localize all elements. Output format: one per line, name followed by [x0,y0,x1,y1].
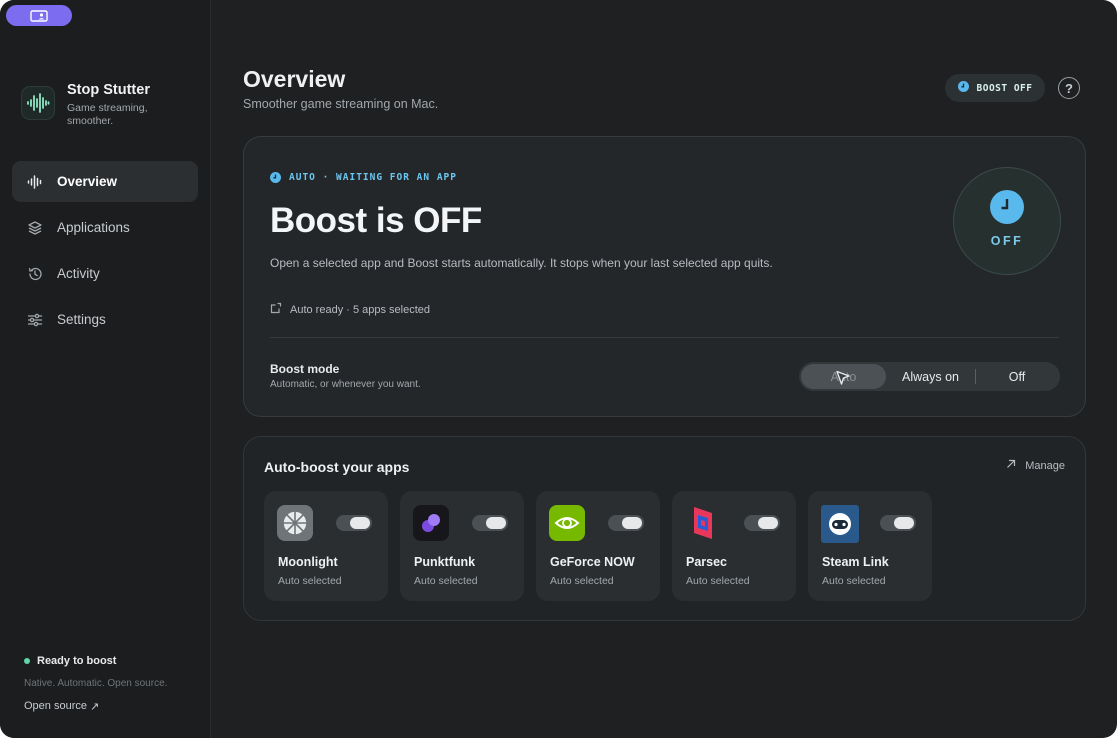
sidebar-item-applications[interactable]: Applications [12,207,198,248]
auto-boost-apps-card: Auto-boost your apps Manage Moonlight Au… [243,436,1086,621]
arrow-up-right-icon [1006,459,1016,472]
app-name: GeForce NOW [550,555,635,569]
mode-always-on-button[interactable]: Always on [886,364,975,389]
sidebar-item-label: Activity [57,266,100,281]
app-tiles: Moonlight Auto selected Punktfunk Auto s… [264,491,932,601]
app-status: Auto selected [550,575,614,587]
app-tagline: Game streaming, smoother. [67,102,148,127]
boost-dial-button[interactable]: OFF [953,167,1061,275]
auto-ready-label: Auto ready · 5 apps selected [290,303,431,316]
boost-description: Open a selected app and Boost starts aut… [270,256,773,270]
steam-link-toggle[interactable] [880,515,916,531]
boost-mode-segmented-control: Auto Always on Off [799,362,1060,391]
moonlight-toggle[interactable] [336,515,372,531]
app-tile-geforce-now[interactable]: GeForce NOW Auto selected [536,491,660,601]
app-name: Punktfunk [414,555,476,569]
app-window: Stop Stutter Game streaming, smoother. O… [0,0,1117,738]
ready-status: Ready to boost [24,655,167,667]
app-status: Auto selected [278,575,342,587]
app-tile-parsec[interactable]: Parsec Auto selected [672,491,796,601]
page-subtitle: Smoother game streaming on Mac. [243,97,439,111]
punktfunk-toggle[interactable] [472,515,508,531]
clock-icon [990,190,1024,224]
geforce-now-toggle[interactable] [608,515,644,531]
parsec-toggle[interactable] [744,515,780,531]
waveform-icon [27,174,43,190]
footer-tagline: Native. Automatic. Open source. [24,678,168,689]
apps-section-title: Auto-boost your apps [264,459,410,475]
help-button[interactable]: ? [1058,77,1080,99]
external-window-icon [270,302,282,317]
auto-ready-info: Auto ready · 5 apps selected [270,302,430,317]
layers-icon [27,220,43,236]
brand: Stop Stutter Game streaming, smoother. [21,80,167,128]
sidebar-item-label: Applications [57,220,130,235]
mode-auto-button[interactable]: Auto [801,364,886,389]
help-icon: ? [1065,80,1073,96]
app-tile-steam-link[interactable]: Steam Link Auto selected [808,491,932,601]
app-name: Steam Link [822,555,889,569]
mode-off-button[interactable]: Off [976,364,1058,389]
mode-always-on-label: Always on [902,369,959,384]
boost-mode-label: Boost mode [270,362,340,376]
main-content: Overview Smoother game streaming on Mac.… [211,0,1117,738]
boost-mode-sub: Automatic, or whenever you want. [270,379,421,390]
app-name: Parsec [686,555,728,569]
waveform-logo-icon [21,86,55,120]
page-title: Overview [243,66,346,92]
ready-status-label: Ready to boost [37,655,117,667]
punktfunk-icon [413,505,449,541]
window-switcher-button[interactable] [6,5,72,26]
steam-link-icon [821,505,859,543]
cursor-icon [836,370,850,385]
sidebar-item-label: Overview [57,174,118,189]
app-name: Stop Stutter [67,82,150,98]
sidebar-nav: Overview Applications Activity Settings [12,161,198,345]
boost-status-card: AUTO · WAITING FOR AN APP Boost is OFF O… [243,136,1086,417]
app-tile-moonlight[interactable]: Moonlight Auto selected [264,491,388,601]
clock-icon [270,172,281,183]
sliders-icon [27,312,43,328]
app-tile-punktfunk[interactable]: Punktfunk Auto selected [400,491,524,601]
parsec-icon [685,505,721,541]
manage-apps-link[interactable]: Manage [1006,459,1065,472]
sidebar-footer: Ready to boost Native. Automatic. Open s… [24,655,167,713]
boost-title: Boost is OFF [270,201,482,240]
sidebar-item-label: Settings [57,312,106,327]
app-status: Auto selected [686,575,750,587]
boost-status-badge[interactable]: BOOST OFF [945,74,1045,102]
sidebar-item-overview[interactable]: Overview [12,161,198,202]
boost-badge-label: BOOST OFF [976,82,1033,94]
sidebar-item-activity[interactable]: Activity [12,253,198,294]
open-source-link[interactable]: Open source ↗ [24,700,167,713]
geforce-now-icon [549,505,585,541]
app-status: Auto selected [414,575,478,587]
dial-label: OFF [990,234,1024,248]
clock-icon [957,81,969,95]
screen-user-icon [30,9,48,22]
divider [270,337,1059,338]
manage-label: Manage [1025,459,1065,472]
mode-off-label: Off [1008,369,1026,384]
status-dot [24,658,30,664]
external-arrow-icon: ↗ [89,701,100,713]
auto-status-line: AUTO · WAITING FOR AN APP [270,172,457,183]
moonlight-icon [277,505,313,541]
sidebar-item-settings[interactable]: Settings [12,299,198,340]
app-status: Auto selected [822,575,886,587]
auto-status-label: AUTO · WAITING FOR AN APP [289,172,457,183]
open-source-label: Open source [24,700,87,712]
app-name: Moonlight [278,555,338,569]
history-icon [27,266,43,282]
sidebar: Stop Stutter Game streaming, smoother. O… [0,0,211,738]
